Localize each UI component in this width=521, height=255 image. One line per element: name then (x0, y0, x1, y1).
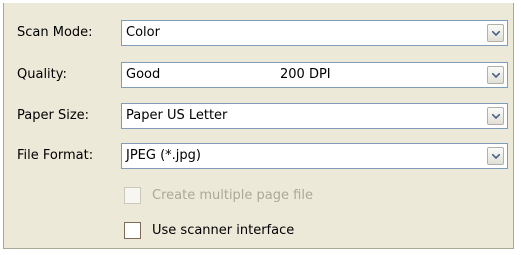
paper-size-value: Paper US Letter (126, 108, 228, 123)
scanner-interface-label: Use scanner interface (152, 223, 295, 238)
quality-select[interactable]: Good 200 DPI (121, 62, 508, 88)
quality-dpi: 200 DPI (280, 67, 331, 82)
scan-mode-dropdown-button[interactable] (487, 24, 504, 42)
file-format-dropdown-button[interactable] (487, 147, 504, 165)
file-format-value: JPEG (*.jpg) (126, 148, 201, 163)
scanner-interface-checkbox[interactable] (124, 222, 141, 239)
chevron-down-icon (492, 73, 500, 78)
scan-mode-select[interactable]: Color (121, 20, 508, 46)
quality-label: Quality: (17, 67, 67, 82)
file-format-select[interactable]: JPEG (*.jpg) (121, 143, 508, 169)
chevron-down-icon (492, 114, 500, 119)
chevron-down-icon (492, 154, 500, 159)
paper-size-label: Paper Size: (17, 108, 90, 123)
multi-page-checkbox[interactable] (124, 187, 141, 204)
quality-value: Good (126, 67, 161, 82)
scan-settings-panel: Scan Mode: Color Quality: Good 200 DPI P… (3, 3, 514, 249)
chevron-down-icon (492, 31, 500, 36)
quality-dropdown-button[interactable] (487, 66, 504, 84)
paper-size-select[interactable]: Paper US Letter (121, 103, 508, 129)
scan-mode-value: Color (126, 25, 160, 40)
multi-page-label: Create multiple page file (152, 188, 313, 203)
scan-mode-label: Scan Mode: (17, 25, 93, 40)
paper-size-dropdown-button[interactable] (487, 107, 504, 125)
file-format-label: File Format: (17, 148, 94, 163)
